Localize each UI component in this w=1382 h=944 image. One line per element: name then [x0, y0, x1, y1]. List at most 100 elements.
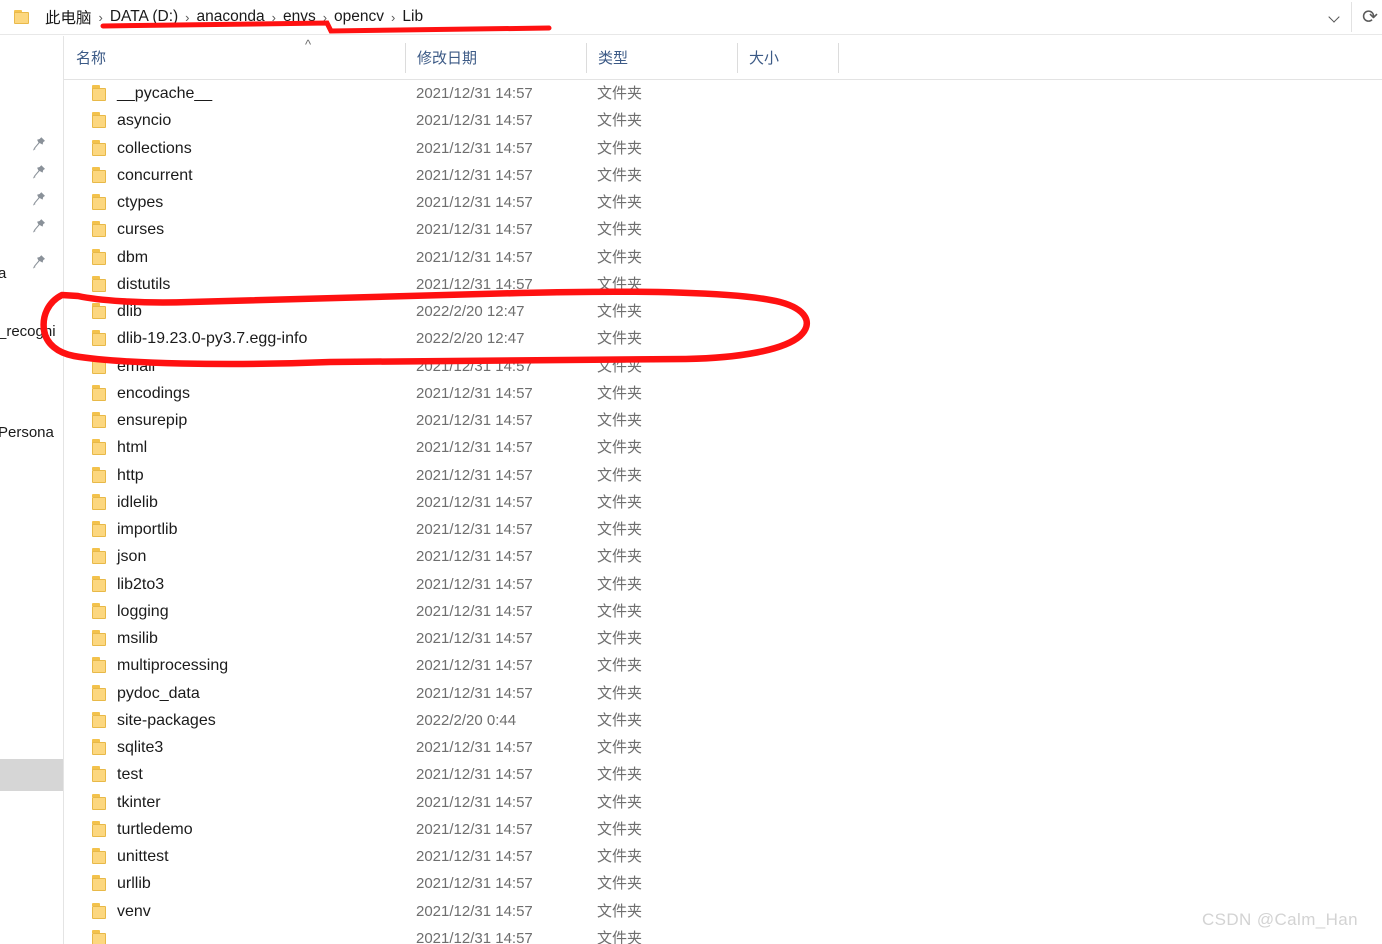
file-row[interactable]: 2021/12/31 14:57 文件夹 — [64, 925, 1382, 944]
breadcrumb-separator: › — [271, 9, 276, 25]
file-row[interactable]: urllib 2021/12/31 14:57 文件夹 — [64, 870, 1382, 897]
folder-icon — [92, 711, 109, 728]
file-row[interactable]: html 2021/12/31 14:57 文件夹 — [64, 434, 1382, 461]
file-row[interactable]: lib2to3 2021/12/31 14:57 文件夹 — [64, 571, 1382, 598]
file-row[interactable]: concurrent 2021/12/31 14:57 文件夹 — [64, 162, 1382, 189]
chevron-down-icon[interactable] — [1317, 0, 1351, 34]
file-row[interactable]: msilib 2021/12/31 14:57 文件夹 — [64, 625, 1382, 652]
folder-icon — [92, 194, 109, 210]
folder-icon — [92, 439, 109, 456]
file-type: 文件夹 — [597, 139, 643, 157]
folder-icon — [92, 848, 109, 864]
file-row[interactable]: ctypes 2021/12/31 14:57 文件夹 — [64, 189, 1382, 216]
file-row[interactable]: dlib-19.23.0-py3.7.egg-info 2022/2/20 12:… — [64, 325, 1382, 352]
file-row[interactable]: turtledemo 2021/12/31 14:57 文件夹 — [64, 816, 1382, 843]
file-row[interactable]: json 2021/12/31 14:57 文件夹 — [64, 543, 1382, 570]
file-type: 文件夹 — [597, 711, 643, 729]
file-row[interactable]: __pycache__ 2021/12/31 14:57 文件夹 — [64, 80, 1382, 107]
file-type: 文件夹 — [597, 929, 643, 944]
file-date-modified: 2021/12/31 14:57 — [416, 384, 533, 402]
folder-icon — [92, 929, 109, 944]
column-header[interactable]: 大小 — [737, 36, 838, 79]
file-row[interactable]: email 2021/12/31 14:57 文件夹 — [64, 353, 1382, 380]
file-row[interactable]: curses 2021/12/31 14:57 文件夹 — [64, 216, 1382, 243]
file-row[interactable]: dbm 2021/12/31 14:57 文件夹 — [64, 244, 1382, 271]
file-type: 文件夹 — [597, 820, 643, 838]
column-header[interactable]: 名称 — [64, 36, 405, 79]
file-type: 文件夹 — [597, 412, 643, 429]
file-row[interactable]: multiprocessing 2021/12/31 14:57 文件夹 — [64, 652, 1382, 679]
file-date-modified: 2021/12/31 14:57 — [416, 85, 533, 102]
file-name: collections — [117, 139, 192, 157]
file-type: 文件夹 — [597, 439, 643, 457]
pin-icon[interactable] — [32, 164, 46, 180]
file-row[interactable]: http 2021/12/31 14:57 文件夹 — [64, 462, 1382, 489]
file-type: 文件夹 — [597, 466, 643, 484]
nav-item-selected[interactable]: ) — [0, 759, 63, 791]
file-row[interactable]: asyncio 2021/12/31 14:57 文件夹 — [64, 107, 1382, 134]
breadcrumb-item[interactable]: 此电脑 — [40, 4, 97, 30]
pin-icon[interactable] — [32, 191, 46, 207]
breadcrumb-item[interactable]: Lib — [397, 6, 428, 28]
breadcrumb-separator: › — [391, 9, 396, 25]
breadcrumb-separator: › — [322, 9, 328, 25]
file-type: 文件夹 — [597, 630, 643, 647]
breadcrumb-separator: › — [185, 9, 190, 25]
file-name: tkinter — [117, 793, 161, 811]
folder-icon — [92, 739, 109, 755]
column-divider[interactable] — [586, 43, 587, 73]
address-bar: 此电脑 › DATA (D:) › anaconda › envs › opencv › Lib ⟳ — [0, 0, 1382, 35]
file-row[interactable]: tkinter 2021/12/31 14:57 文件夹 — [64, 789, 1382, 816]
file-type: 文件夹 — [597, 248, 643, 266]
column-divider[interactable] — [405, 43, 406, 73]
breadcrumb[interactable]: 此电脑 › DATA (D:) › anaconda › envs › opencv › Lib — [40, 4, 1317, 30]
folder-icon — [92, 221, 109, 238]
folder-icon — [92, 493, 109, 510]
file-date-modified: 2022/2/20 12:47 — [416, 303, 525, 320]
file-name: logging — [117, 602, 169, 620]
file-type: 文件夹 — [597, 793, 643, 811]
file-type: 文件夹 — [597, 330, 643, 348]
file-row[interactable]: ensurepip 2021/12/31 14:57 文件夹 — [64, 407, 1382, 434]
file-row[interactable]: idlelib 2021/12/31 14:57 文件夹 — [64, 489, 1382, 516]
refresh-icon[interactable]: ⟳ — [1352, 0, 1382, 34]
file-name: importlib — [117, 521, 178, 538]
file-row[interactable]: sqlite3 2021/12/31 14:57 文件夹 — [64, 734, 1382, 761]
pin-icon[interactable] — [32, 254, 46, 270]
file-list[interactable]: __pycache__ 2021/12/31 14:57 文件夹 asyncio 202… — [64, 80, 1382, 944]
file-type: 文件夹 — [597, 575, 643, 593]
folder-icon — [92, 630, 109, 646]
file-row[interactable]: pydoc_data 2021/12/31 14:57 文件夹 — [64, 680, 1382, 707]
pin-icon[interactable] — [32, 136, 46, 152]
folder-icon — [92, 248, 109, 265]
file-row[interactable]: logging 2021/12/31 14:57 文件夹 — [64, 598, 1382, 625]
file-name: http — [117, 466, 144, 484]
file-row[interactable]: importlib 2021/12/31 14:57 文件夹 — [64, 516, 1382, 543]
folder-icon — [92, 139, 109, 156]
file-type: 文件夹 — [597, 902, 643, 920]
file-row[interactable]: distutils 2021/12/31 14:57 文件夹 — [64, 271, 1382, 298]
column-divider[interactable] — [838, 43, 839, 73]
file-row[interactable]: unittest 2021/12/31 14:57 文件夹 — [64, 843, 1382, 870]
file-row[interactable]: encodings 2021/12/31 14:57 文件夹 — [64, 380, 1382, 407]
file-row[interactable]: collections 2021/12/31 14:57 文件夹 — [64, 135, 1382, 162]
file-row[interactable]: site-packages 2022/2/20 0:44 文件夹 — [64, 707, 1382, 734]
file-date-modified: 2021/12/31 14:57 — [416, 166, 533, 184]
file-row[interactable]: dlib 2022/2/20 12:47 文件夹 — [64, 298, 1382, 325]
refresh-glyph: ⟳ — [1362, 6, 1378, 28]
file-row[interactable]: test 2021/12/31 14:57 文件夹 — [64, 761, 1382, 788]
file-type: 文件夹 — [597, 384, 643, 402]
breadcrumb-item[interactable]: anaconda — [192, 6, 270, 28]
breadcrumb-item[interactable]: opencv — [329, 6, 389, 28]
navigation-pane[interactable]: a _recogni Persona) — [0, 36, 64, 944]
breadcrumb-item[interactable]: envs — [278, 6, 321, 28]
file-row[interactable]: venv 2021/12/31 14:57 文件夹 — [64, 898, 1382, 925]
breadcrumb-item[interactable]: DATA (D:) — [105, 6, 183, 28]
folder-icon — [92, 384, 109, 401]
file-type: 文件夹 — [597, 657, 643, 675]
pin-icon[interactable] — [32, 218, 46, 234]
column-header[interactable]: 修改日期 — [405, 36, 586, 79]
column-header[interactable]: 类型 — [586, 36, 737, 79]
column-divider[interactable] — [737, 43, 738, 73]
file-name: idlelib — [117, 493, 158, 511]
